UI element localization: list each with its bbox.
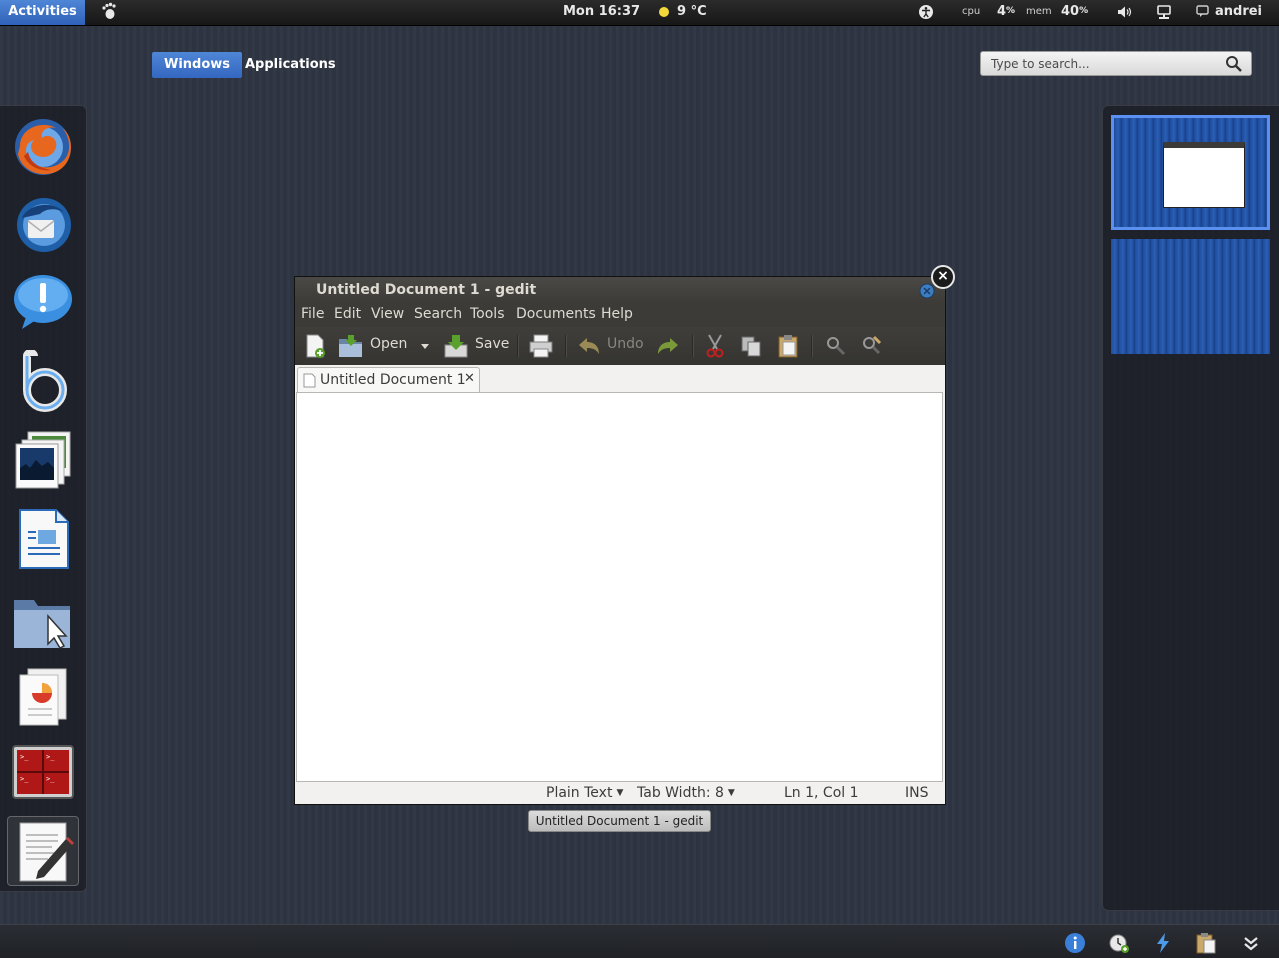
menu-edit[interactable]: Edit xyxy=(334,306,361,322)
workspace-2-thumbnail[interactable] xyxy=(1111,239,1270,354)
undo-button[interactable]: Undo xyxy=(607,336,644,352)
paste-button[interactable] xyxy=(776,333,800,359)
print-button[interactable] xyxy=(528,333,554,359)
files-icon[interactable] xyxy=(12,590,74,652)
save-icon[interactable] xyxy=(443,333,469,359)
document-tab[interactable]: Untitled Document 1 ✕ xyxy=(297,367,480,393)
menu-help[interactable]: Help xyxy=(601,306,633,322)
language-label: Plain Text xyxy=(546,785,613,801)
find-replace-button[interactable] xyxy=(860,333,884,359)
window-title: Untitled Document 1 - gedit xyxy=(316,282,537,298)
volume-icon[interactable] xyxy=(1116,0,1134,25)
search-input[interactable] xyxy=(989,54,1218,74)
power-icon[interactable] xyxy=(1152,932,1174,954)
clipboard-icon[interactable] xyxy=(1195,932,1217,954)
menubar: File Edit View Search Tools Documents He… xyxy=(295,303,945,327)
activities-button[interactable]: Activities xyxy=(0,0,85,25)
gedit-icon[interactable] xyxy=(7,816,79,886)
svg-text:>_: >_ xyxy=(20,775,29,783)
editor-area: Untitled Document 1 ✕ Plain Text ▼ Tab Wi… xyxy=(295,365,945,804)
info-icon[interactable] xyxy=(1064,932,1086,954)
open-recent-dropdown[interactable] xyxy=(419,333,431,359)
window-close-button[interactable] xyxy=(919,283,935,299)
libreoffice-impress-icon[interactable] xyxy=(12,665,74,727)
tab-width-label: Tab Width: xyxy=(637,785,711,801)
clock-add-icon[interactable] xyxy=(1108,932,1130,954)
window-titlebar[interactable]: Untitled Document 1 - gedit xyxy=(295,277,945,303)
toolbar-separator xyxy=(565,335,567,357)
search-icon xyxy=(1226,56,1242,72)
mem-value: 40 xyxy=(1061,4,1080,19)
workspace-1-thumbnail[interactable] xyxy=(1111,115,1270,230)
search-box[interactable] xyxy=(980,51,1252,76)
message-tray xyxy=(0,924,1279,958)
window-caption: Untitled Document 1 - gedit xyxy=(528,810,711,832)
new-document-button[interactable] xyxy=(303,333,327,359)
cpu-value: 4 xyxy=(997,4,1007,19)
gnome-foot-icon[interactable] xyxy=(100,0,118,25)
toolbar-separator xyxy=(811,335,813,357)
cut-button[interactable] xyxy=(703,333,727,359)
cpu-usage[interactable]: 4% xyxy=(997,0,1015,25)
shotwell-icon[interactable] xyxy=(12,430,74,492)
statusbar: Plain Text ▼ Tab Width: 8 ▼ Ln 1, Col 1 IN… xyxy=(295,783,945,804)
user-chat-icon[interactable] xyxy=(1196,0,1210,25)
tab-close-icon[interactable]: ✕ xyxy=(464,371,475,386)
expand-icon[interactable] xyxy=(1240,932,1262,954)
toolbar-separator xyxy=(692,335,694,357)
accessibility-icon[interactable] xyxy=(917,0,935,25)
tab-width-value: 8 xyxy=(715,785,724,801)
thunderbird-icon[interactable] xyxy=(12,194,74,256)
clock[interactable]: Mon 16:37 xyxy=(563,0,640,25)
terminal-icon[interactable]: >_ >_ >_ >_ xyxy=(12,745,74,807)
weather-temperature[interactable]: 9 °C xyxy=(677,0,707,25)
toolbar: Open Save Undo xyxy=(295,327,945,365)
text-editor[interactable] xyxy=(296,392,943,782)
document-icon xyxy=(303,373,316,388)
open-icon[interactable] xyxy=(338,333,364,359)
language-selector[interactable]: Plain Text ▼ xyxy=(546,785,623,801)
tab-applications[interactable]: Applications xyxy=(233,52,348,78)
menu-documents[interactable]: Documents xyxy=(516,306,596,322)
tab-windows[interactable]: Windows xyxy=(152,52,243,78)
firefox-icon[interactable] xyxy=(12,116,74,178)
cpu-label: cpu xyxy=(962,6,981,17)
network-wired-icon[interactable] xyxy=(1156,0,1172,25)
copy-button[interactable] xyxy=(739,333,763,359)
tab-width-selector[interactable]: Tab Width: 8 ▼ xyxy=(637,785,735,801)
toolbar-separator xyxy=(517,335,519,357)
svg-text:>_: >_ xyxy=(46,775,55,783)
cursor-position: Ln 1, Col 1 xyxy=(784,785,859,801)
banshee-icon[interactable] xyxy=(12,349,74,412)
svg-text:>_: >_ xyxy=(20,753,29,761)
menu-tools[interactable]: Tools xyxy=(470,306,505,322)
weather-sun-icon[interactable] xyxy=(658,0,670,25)
mem-percent: % xyxy=(1079,6,1089,16)
chevron-down-icon: ▼ xyxy=(727,788,735,798)
cpu-percent: % xyxy=(1006,6,1016,16)
menu-file[interactable]: File xyxy=(301,306,324,322)
mem-usage[interactable]: 40% xyxy=(1061,0,1088,25)
find-button[interactable] xyxy=(823,333,847,359)
undo-icon[interactable] xyxy=(576,333,602,359)
gedit-window[interactable]: Untitled Document 1 - gedit File Edit Vi… xyxy=(294,276,946,805)
document-tab-label: Untitled Document 1 xyxy=(320,372,466,388)
insert-mode: INS xyxy=(905,785,929,801)
redo-button[interactable] xyxy=(655,333,681,359)
svg-text:>_: >_ xyxy=(46,753,55,761)
mem-label: mem xyxy=(1026,6,1052,17)
user-menu[interactable]: andrei xyxy=(1215,0,1262,25)
open-button[interactable]: Open xyxy=(370,336,407,352)
libreoffice-writer-icon[interactable] xyxy=(12,508,74,570)
workspace-window-preview xyxy=(1163,142,1245,208)
save-button[interactable]: Save xyxy=(475,336,509,352)
overview-window-close-button[interactable]: × xyxy=(931,265,955,289)
top-panel: Activities Mon 16:37 9 °C cpu 4% mem 40%… xyxy=(0,0,1279,26)
chevron-down-icon: ▼ xyxy=(616,788,624,798)
menu-view[interactable]: View xyxy=(371,306,404,322)
empathy-icon[interactable] xyxy=(12,271,74,333)
menu-search[interactable]: Search xyxy=(414,306,462,322)
